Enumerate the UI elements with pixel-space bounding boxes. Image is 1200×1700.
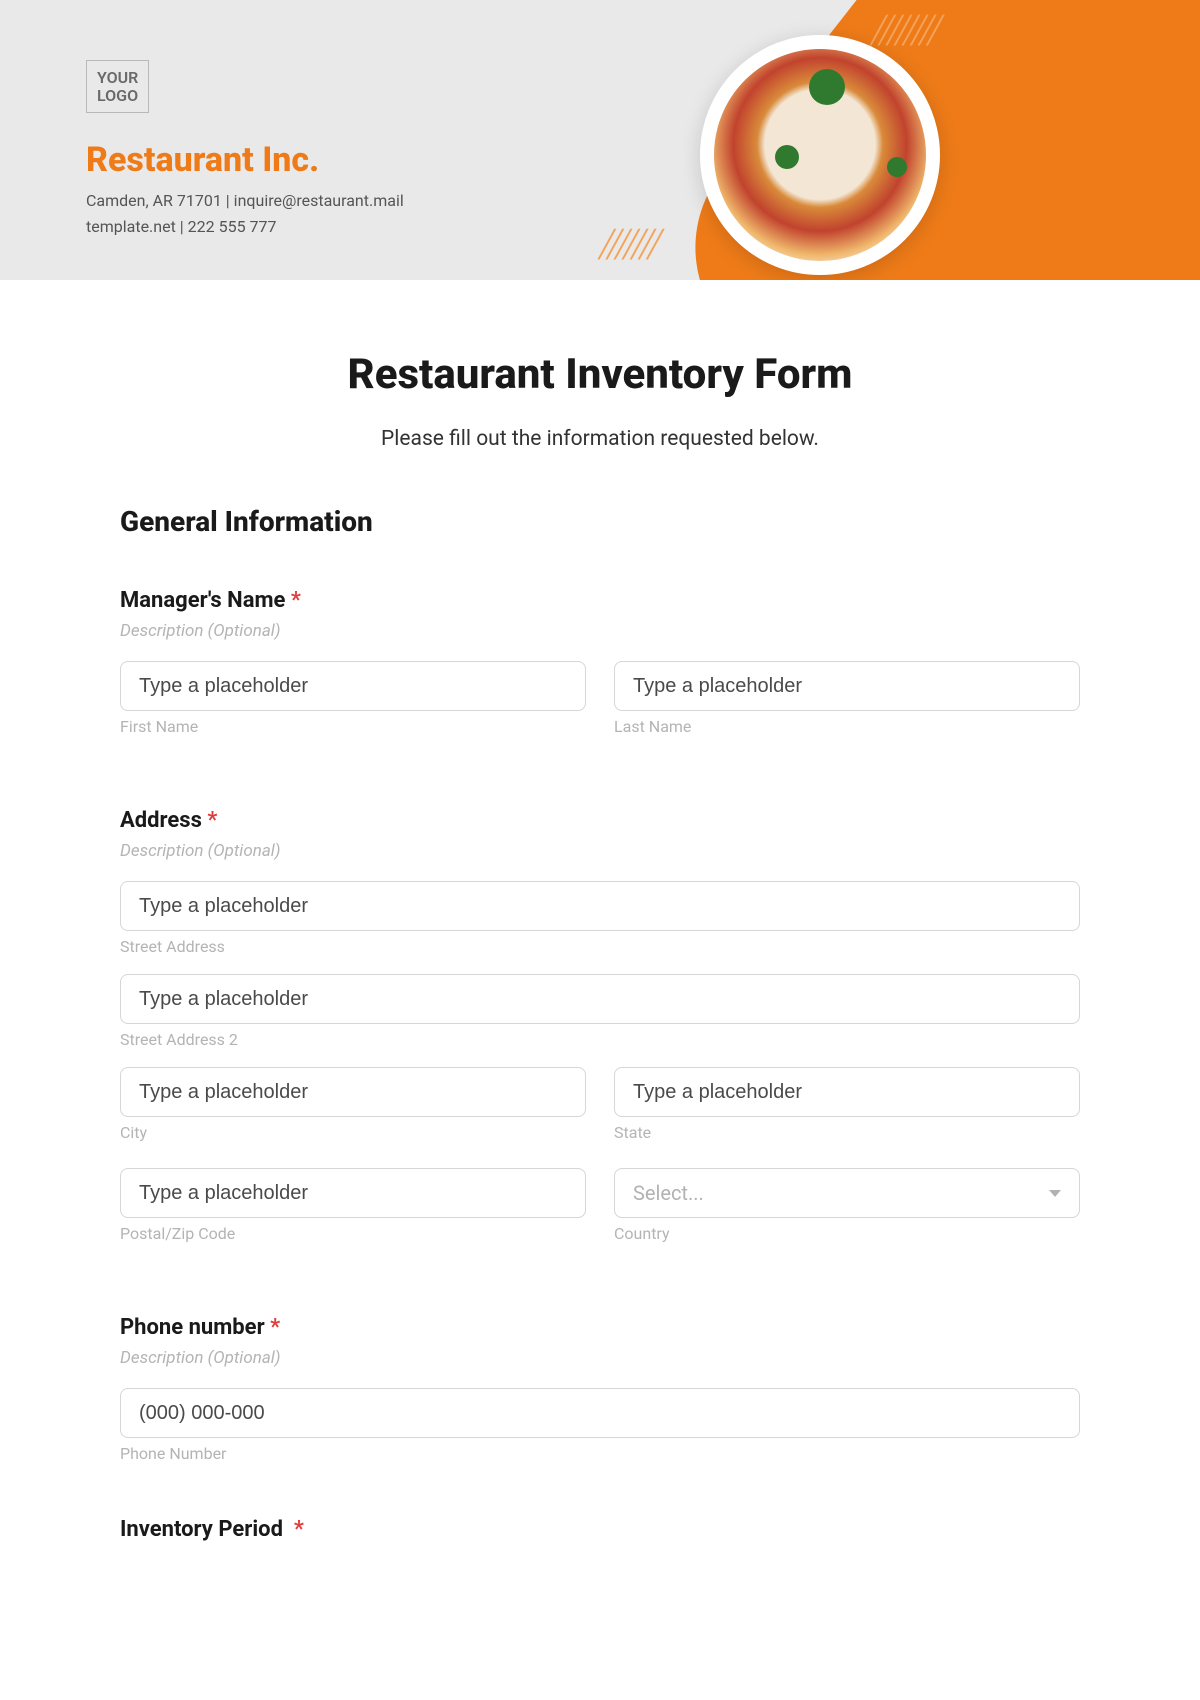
form-header: //////// /////// YOUR LOGO Restaurant In…: [0, 0, 1200, 280]
field-description: Description (Optional): [120, 621, 1080, 641]
logo-text-line: YOUR: [97, 68, 138, 87]
field-manager-name: Manager's Name * Description (Optional) …: [120, 588, 1080, 754]
street-address-2-input[interactable]: [120, 974, 1080, 1024]
page-subtitle: Please fill out the information requeste…: [120, 427, 1080, 451]
state-input[interactable]: [614, 1067, 1080, 1117]
hatch-decoration-icon: ////////: [871, 6, 940, 53]
city-input[interactable]: [120, 1067, 586, 1117]
company-name: Restaurant Inc.: [86, 140, 319, 180]
label-text: Inventory Period: [120, 1517, 283, 1542]
logo-text-line: LOGO: [97, 86, 138, 105]
sublabel-street-2: Street Address 2: [120, 1030, 1080, 1049]
food-photo-circle: [700, 35, 940, 275]
phone-input[interactable]: [120, 1388, 1080, 1438]
field-inventory-period: Inventory Period *: [120, 1517, 1080, 1542]
field-phone: Phone number * Description (Optional) Ph…: [120, 1315, 1080, 1463]
sublabel-first-name: First Name: [120, 717, 586, 736]
form-body: Restaurant Inventory Form Please fill ou…: [0, 280, 1200, 1656]
sublabel-phone: Phone Number: [120, 1444, 1080, 1463]
postal-code-input[interactable]: [120, 1168, 586, 1218]
sublabel-country: Country: [614, 1224, 1080, 1243]
required-asterisk-icon: *: [270, 1315, 280, 1340]
first-name-input[interactable]: [120, 661, 586, 711]
sublabel-last-name: Last Name: [614, 717, 1080, 736]
street-address-input[interactable]: [120, 881, 1080, 931]
field-label: Address *: [120, 808, 1080, 833]
required-asterisk-icon: *: [291, 588, 301, 613]
required-asterisk-icon: *: [294, 1517, 304, 1542]
page-title: Restaurant Inventory Form: [120, 350, 1080, 399]
last-name-input[interactable]: [614, 661, 1080, 711]
field-description: Description (Optional): [120, 841, 1080, 861]
field-address: Address * Description (Optional) Street …: [120, 808, 1080, 1261]
field-label: Inventory Period *: [120, 1517, 1080, 1542]
section-heading-general: General Information: [120, 505, 1080, 538]
sublabel-postal: Postal/Zip Code: [120, 1224, 586, 1243]
label-text: Address: [120, 808, 202, 833]
country-select[interactable]: Select...: [614, 1168, 1080, 1218]
company-meta-line: template.net | 222 555 777: [86, 217, 277, 236]
chevron-down-icon: [1049, 1190, 1061, 1197]
hatch-decoration-icon: ///////: [599, 220, 660, 267]
logo-placeholder: YOUR LOGO: [86, 60, 149, 113]
required-asterisk-icon: *: [207, 808, 217, 833]
label-text: Manager's Name: [120, 588, 285, 613]
company-contact-info: Camden, AR 71701 | inquire@restaurant.ma…: [86, 188, 404, 239]
field-label: Manager's Name *: [120, 588, 1080, 613]
sublabel-state: State: [614, 1123, 1080, 1142]
sublabel-street: Street Address: [120, 937, 1080, 956]
select-placeholder: Select...: [633, 1181, 704, 1205]
field-description: Description (Optional): [120, 1348, 1080, 1368]
field-label: Phone number *: [120, 1315, 1080, 1340]
sublabel-city: City: [120, 1123, 586, 1142]
company-meta-line: Camden, AR 71701 | inquire@restaurant.ma…: [86, 191, 404, 210]
label-text: Phone number: [120, 1315, 265, 1340]
